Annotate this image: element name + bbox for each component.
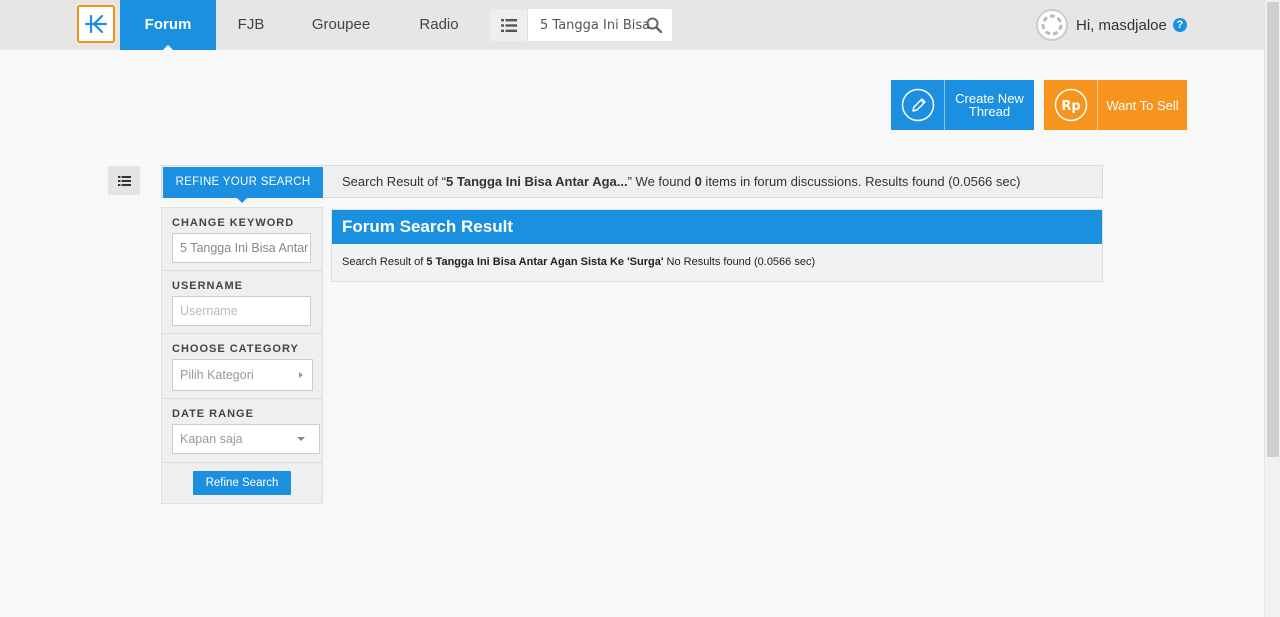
want-to-sell-label: Want To Sell [1106,97,1179,113]
search-summary: Search Result of “5 Tangga Ini Bisa Anta… [342,166,1020,197]
pencil-icon [891,80,945,130]
refine-tab-label: REFINE YOUR SEARCH [175,176,311,188]
category-label: CHOOSE CATEGORY [172,343,299,355]
user-menu[interactable]: Hi, masdjaloe ? [1036,8,1187,42]
search-icon[interactable] [646,17,663,38]
date-range-section: DATE RANGE Kapan saja [162,399,322,463]
result-keyword: 5 Tangga Ini Bisa Antar Agan Sista Ke 'S… [426,256,664,268]
refine-panel: CHANGE KEYWORD 5 Tangga Ini Bisa Antar A… [161,207,323,504]
summary-prefix: Search Result of “ [342,174,447,189]
chevron-down-icon [297,437,305,441]
rupiah-icon: Rp [1044,80,1098,130]
create-thread-label: Create New Thread [955,91,1024,119]
search-box [490,9,672,41]
user-greeting[interactable]: Hi, masdjaloe [1076,17,1167,34]
nav-active-caret [163,45,173,50]
username-section: USERNAME Username [162,271,322,334]
list-icon[interactable] [490,9,528,41]
list-icon [117,175,131,186]
page-scrollbar[interactable] [1264,0,1280,617]
nav-forum-label: Forum [144,16,192,33]
create-thread-button[interactable]: Create New Thread [891,80,1034,130]
result-message: Search Result of 5 Tangga Ini Bisa Antar… [342,256,815,268]
result-title: Forum Search Result [332,210,1102,244]
sidebar-toggle-button[interactable] [108,166,140,195]
refine-tab-caret [237,198,247,203]
refine-your-search-tab[interactable]: REFINE YOUR SEARCH [163,167,323,203]
nav-radio[interactable]: Radio [404,0,474,50]
nav-fjb-label: FJB [237,16,265,33]
refine-search-bar: REFINE YOUR SEARCH Search Result of “5 T… [161,165,1103,203]
date-range-label: DATE RANGE [172,408,254,420]
date-range-value: Kapan saja [180,432,243,446]
rupiah-icon-text: Rp [1061,99,1080,114]
category-select[interactable]: Pilih Kategori [172,359,313,391]
kaskus-logo[interactable] [77,5,115,43]
keyword-label: CHANGE KEYWORD [172,217,295,229]
category-section: CHOOSE CATEGORY Pilih Kategori [162,334,322,399]
result-suffix: No Results found (0.0566 sec) [663,256,816,268]
username-label: USERNAME [172,280,243,292]
help-icon[interactable]: ? [1172,18,1187,32]
scrollbar-thumb[interactable] [1267,2,1279,457]
summary-keyword: 5 Tangga Ini Bisa Antar Aga... [446,174,628,189]
loading-avatar-icon [1041,14,1063,36]
avatar[interactable] [1036,9,1068,41]
want-to-sell-button[interactable]: Rp Want To Sell [1044,80,1187,130]
top-navbar: Forum FJB Groupee Radio 5 Tangga Ini Bis… [0,0,1264,50]
nav-groupee[interactable]: Groupee [296,0,386,50]
summary-count: 0 [694,174,702,189]
nav-radio-label: Radio [419,16,459,33]
chevron-right-icon [299,372,303,378]
keyword-field[interactable]: 5 Tangga Ini Bisa Antar Agan Sista Ke 'S… [172,233,311,263]
date-range-select[interactable]: Kapan saja [172,424,320,454]
nav-fjb[interactable]: FJB [216,0,286,50]
summary-suffix: items in forum discussions. Results foun… [701,174,1021,189]
logo-k-icon [84,14,108,34]
nav-forum[interactable]: Forum [120,0,216,50]
search-input[interactable] [540,17,650,33]
forum-search-result: Forum Search Result Search Result of 5 T… [331,209,1103,282]
username-field[interactable]: Username [172,296,311,326]
category-value: Pilih Kategori [180,368,254,382]
result-prefix: Search Result of [342,256,427,268]
summary-mid: ” We found [627,174,695,189]
nav-groupee-label: Groupee [311,16,371,33]
refine-search-button[interactable]: Refine Search [193,471,291,495]
keyword-section: CHANGE KEYWORD 5 Tangga Ini Bisa Antar A… [162,208,322,271]
